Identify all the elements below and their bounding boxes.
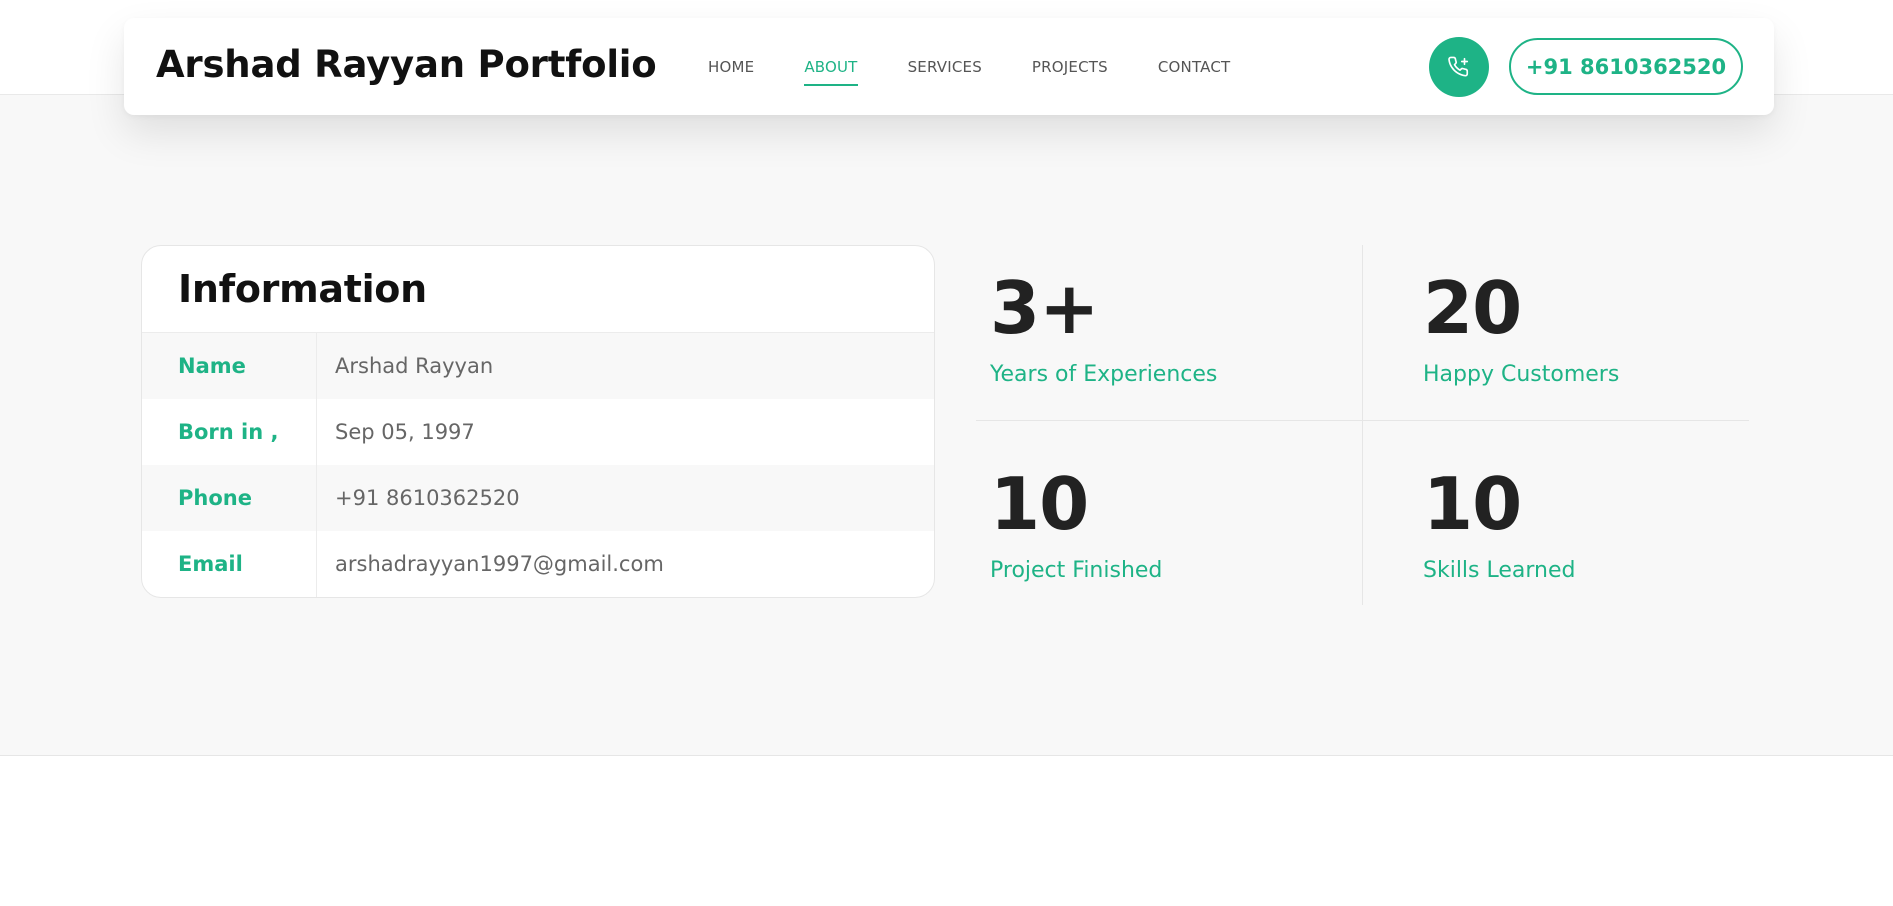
stat-projects: 10 Project Finished: [990, 468, 1162, 583]
info-label: Phone: [142, 465, 317, 531]
stats-grid: 3+ Years of Experiences 20 Happy Custome…: [976, 245, 1749, 605]
stat-label: Skills Learned: [1423, 558, 1576, 583]
nav-home[interactable]: HOME: [708, 58, 754, 76]
phone-plus-icon: [1448, 56, 1469, 77]
nav-menu: HOME ABOUT SERVICES PROJECTS CONTACT: [708, 18, 1280, 115]
stat-label: Project Finished: [990, 558, 1163, 583]
information-title: Information: [142, 246, 934, 333]
info-label: Born in ,: [142, 399, 317, 465]
info-row-name: Name Arshad Rayyan: [142, 333, 934, 399]
stat-experience: 3+ Years of Experiences: [990, 272, 1217, 387]
brand-title[interactable]: Arshad Rayyan Portfolio: [156, 43, 657, 86]
info-row-email: Email arshadrayyan1997@gmail.com: [142, 531, 934, 597]
call-button[interactable]: [1429, 37, 1489, 97]
navbar: Arshad Rayyan Portfolio HOME ABOUT SERVI…: [124, 18, 1774, 115]
stat-number: 10: [1423, 462, 1522, 546]
stat-number: 10: [990, 462, 1089, 546]
info-label: Email: [142, 531, 317, 597]
info-row-phone: Phone +91 8610362520: [142, 465, 934, 531]
info-value: arshadrayyan1997@gmail.com: [335, 552, 664, 576]
stat-number: 3+: [990, 266, 1099, 350]
stat-skills: 10 Skills Learned: [1423, 468, 1576, 583]
phone-number-button[interactable]: +91 8610362520: [1509, 38, 1743, 95]
stat-customers: 20 Happy Customers: [1423, 272, 1619, 387]
nav-about[interactable]: ABOUT: [804, 58, 858, 86]
nav-contact[interactable]: CONTACT: [1158, 58, 1231, 76]
info-value: Sep 05, 1997: [335, 420, 475, 444]
information-card: Information Name Arshad Rayyan Born in ,…: [141, 245, 935, 598]
stat-label: Happy Customers: [1423, 362, 1620, 387]
stats-divider-vertical: [1362, 245, 1363, 605]
info-row-born: Born in , Sep 05, 1997: [142, 399, 934, 465]
info-value: Arshad Rayyan: [335, 354, 494, 378]
info-value: +91 8610362520: [335, 486, 520, 510]
stats-divider-horizontal: [976, 420, 1749, 421]
stat-number: 20: [1423, 266, 1522, 350]
nav-projects[interactable]: PROJECTS: [1032, 58, 1108, 76]
nav-services[interactable]: SERVICES: [908, 58, 982, 76]
info-label: Name: [142, 333, 317, 399]
stat-label: Years of Experiences: [990, 362, 1218, 387]
